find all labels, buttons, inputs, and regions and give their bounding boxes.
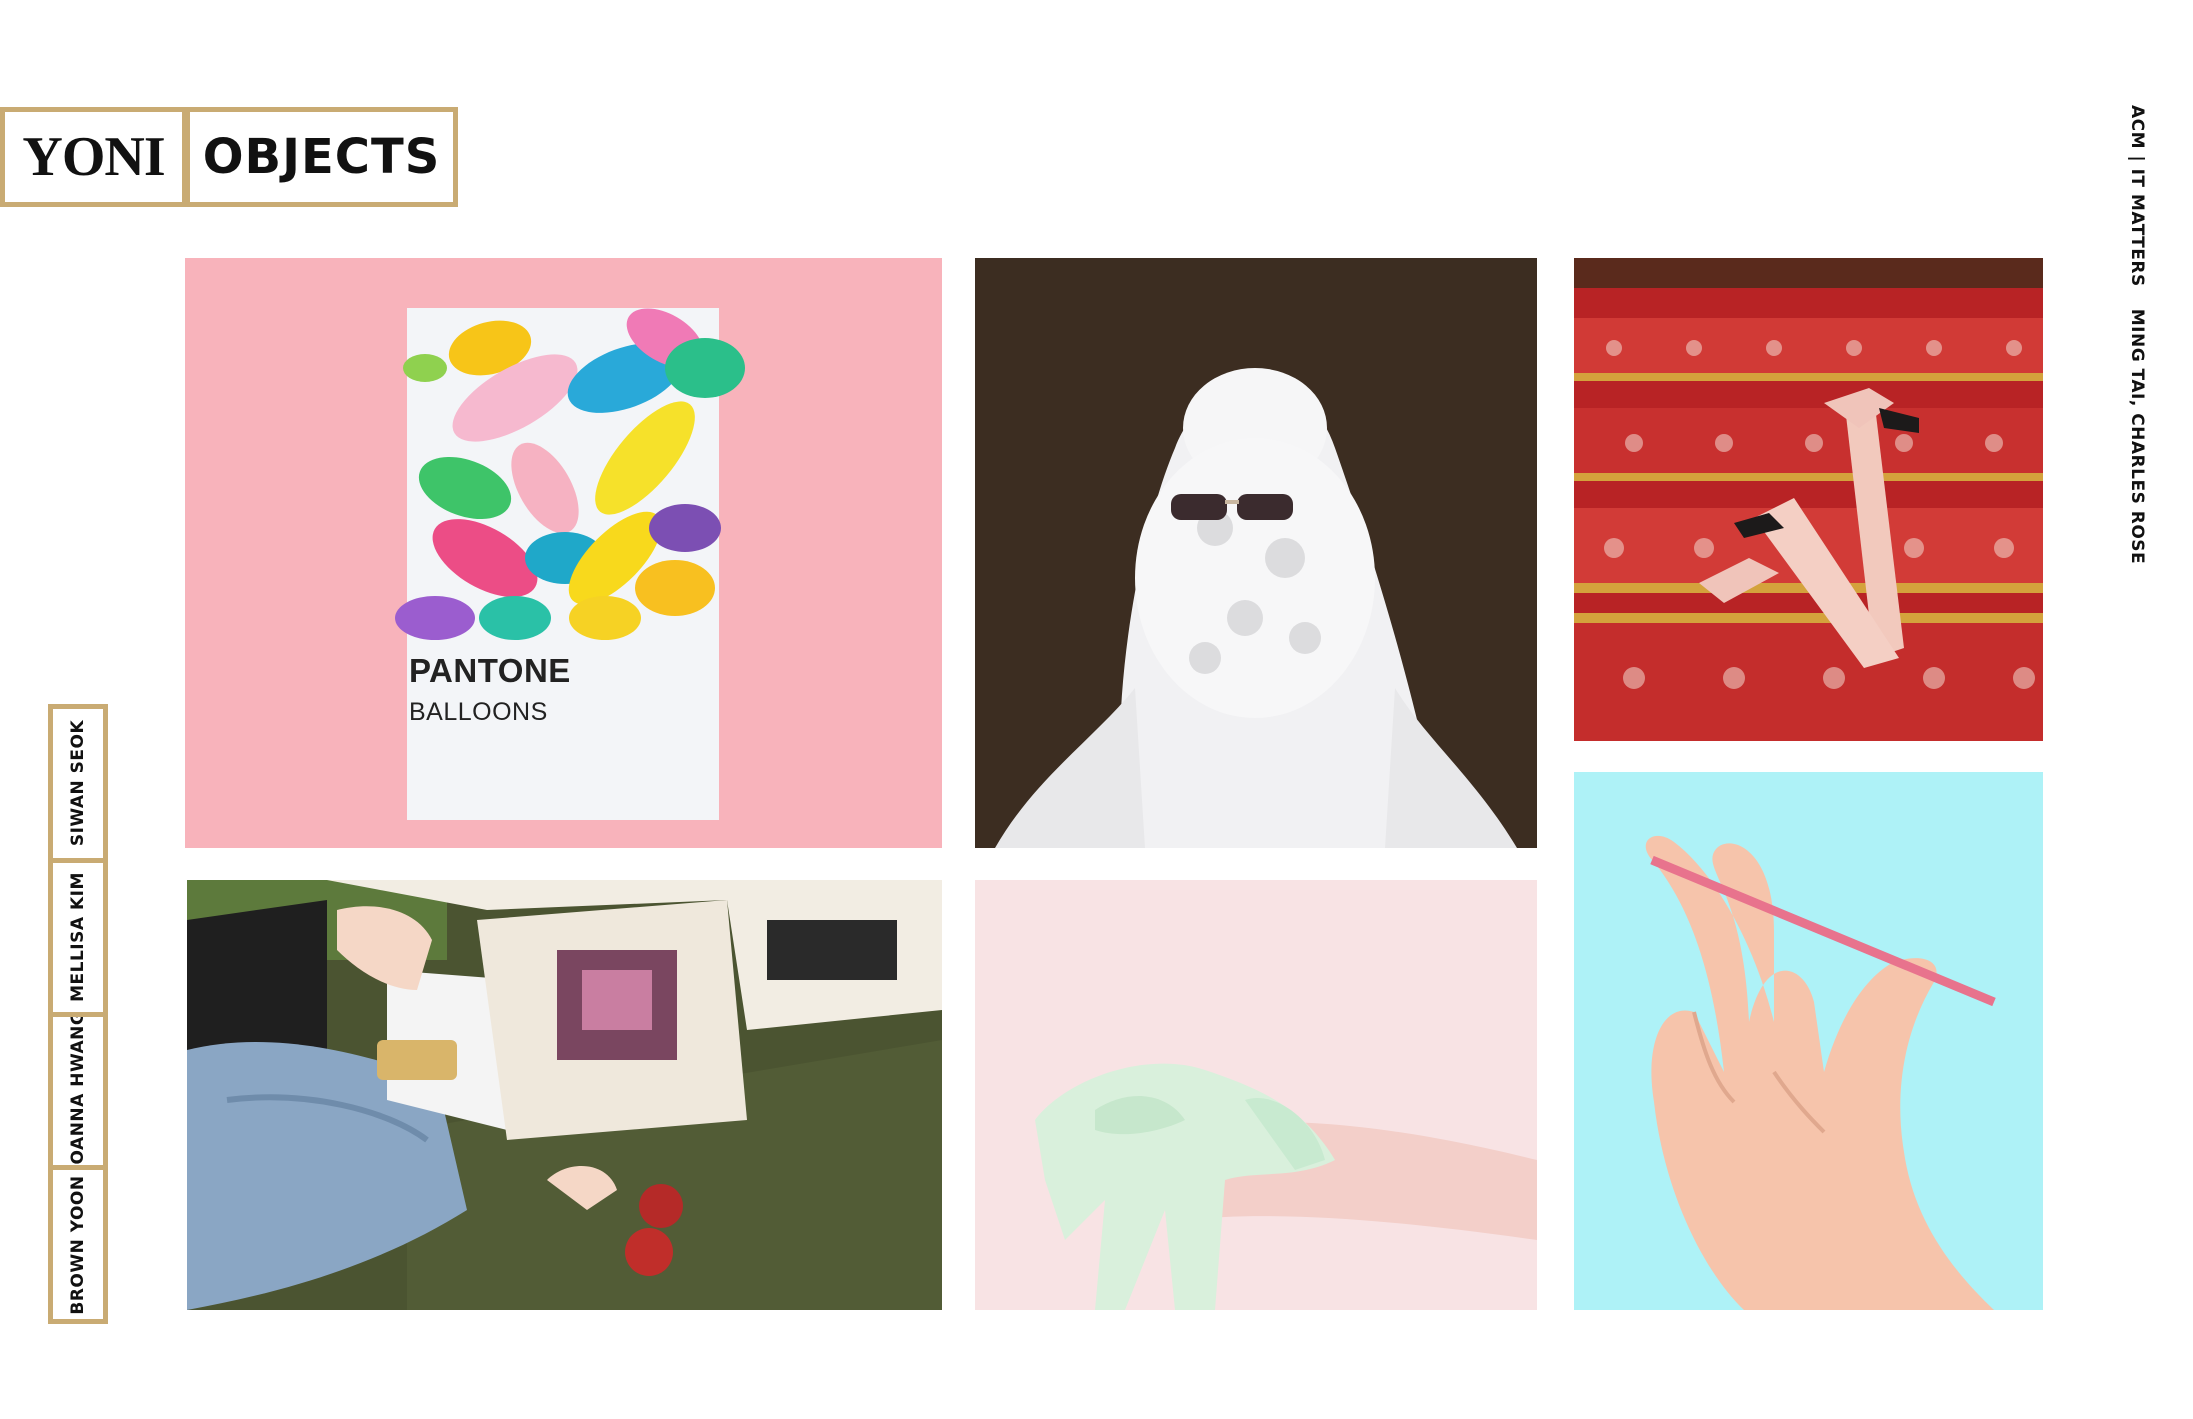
- balloons-illustration: [185, 258, 942, 848]
- authors-column: SIWAN SEOK MELLISA KIM JOANNA HWANG BROW…: [48, 704, 108, 1324]
- photo-theater-legs: [1574, 258, 2043, 741]
- author-cell: JOANNA HWANG: [53, 1017, 103, 1171]
- author-cell: MELLISA KIM: [53, 863, 103, 1017]
- author-cell: SIWAN SEOK: [53, 709, 103, 863]
- author-name: MELLISA KIM: [68, 872, 88, 1003]
- photo-pantone-balloons: PANTONE BALLOONS: [185, 258, 942, 848]
- theater-illustration: [1574, 258, 2043, 741]
- newspaper-illustration: [187, 880, 942, 1310]
- photo-white-wig: [975, 258, 1537, 848]
- author-name: JOANNA HWANG: [68, 1016, 88, 1171]
- section-title-box: OBJECTS: [185, 107, 458, 207]
- slime-illustration: [975, 880, 1537, 1310]
- credit-line: ACM | IT MATTERS: [2127, 105, 2147, 287]
- credits-column: ACM | IT MATTERS MING TAI, CHARLES ROSE: [2117, 105, 2157, 564]
- hand-illustration: [1574, 772, 2043, 1310]
- pantone-subtitle: BALLOONS: [409, 698, 548, 726]
- author-cell: BROWN YOON: [53, 1170, 103, 1319]
- author-name: BROWN YOON: [68, 1175, 88, 1315]
- credit-line: MING TAI, CHARLES ROSE: [2127, 308, 2147, 565]
- photo-hand-rubber-band: [1574, 772, 2043, 1310]
- brand-title: YONI: [22, 126, 165, 188]
- pantone-card-label: PANTONE BALLOONS: [409, 652, 715, 726]
- wig-illustration: [975, 258, 1537, 848]
- brand-title-box: YONI: [0, 107, 187, 207]
- photo-slime-hand: [975, 880, 1537, 1310]
- photo-newspaper-picnic: [187, 880, 942, 1310]
- author-name: SIWAN SEOK: [68, 720, 88, 847]
- pantone-title: PANTONE: [409, 652, 571, 689]
- section-title: OBJECTS: [202, 129, 441, 185]
